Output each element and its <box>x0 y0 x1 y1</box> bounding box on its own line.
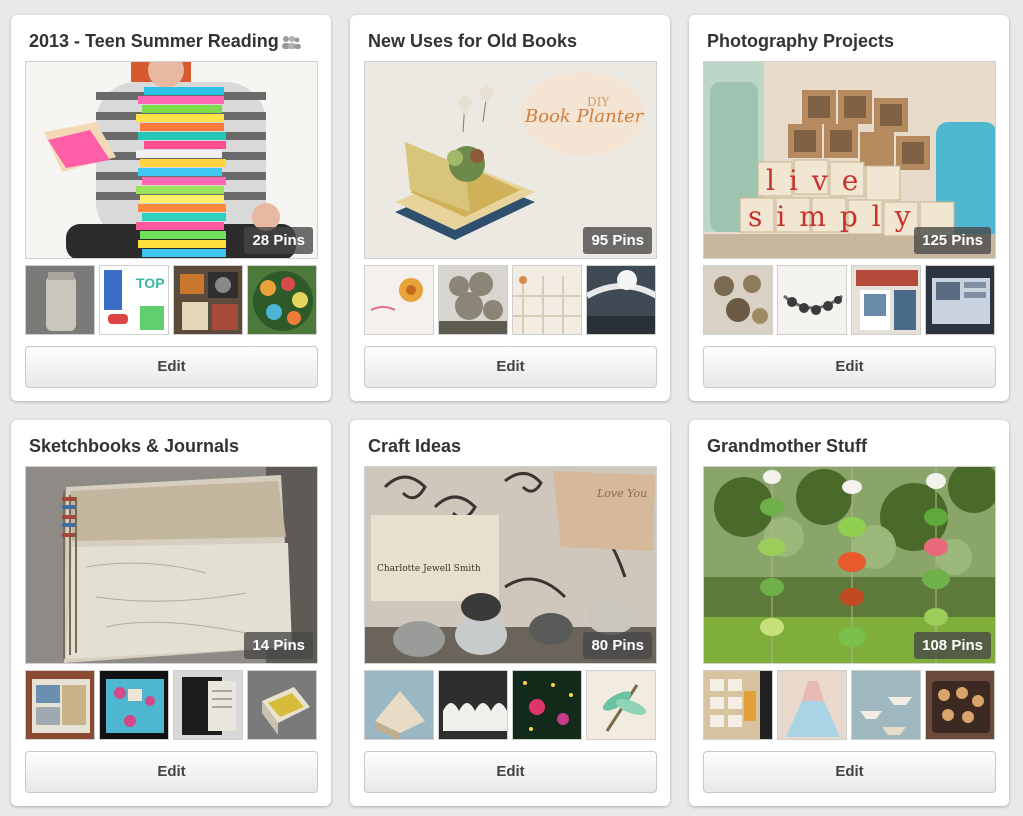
board-cover-image[interactable]: Charlotte Jewell Smith Love You 80 Pins <box>364 466 657 664</box>
group-icon <box>281 35 301 49</box>
svg-text:TOP: TOP <box>136 275 165 291</box>
edit-button[interactable]: Edit <box>25 751 318 793</box>
pin-count-badge: 80 Pins <box>583 632 652 659</box>
cover-card-text: Charlotte Jewell Smith <box>377 564 481 574</box>
thumbnail-top-shoes[interactable]: TOP <box>99 265 169 335</box>
thumbnail-folded-book[interactable] <box>364 670 434 740</box>
board-card[interactable]: Craft Ideas Charlotte Jewell Smith Love … <box>350 420 670 806</box>
board-cover-image[interactable]: live simply 125 Pins <box>703 61 996 259</box>
board-title[interactable]: Sketchbooks & Journals <box>29 436 239 457</box>
thumbnail-photo-prints[interactable] <box>851 265 921 335</box>
thumbnail-black-journal[interactable] <box>173 670 243 740</box>
board-thumbnails <box>364 670 657 740</box>
thumbnail-bead-bracelet[interactable] <box>777 265 847 335</box>
edit-button[interactable]: Edit <box>364 346 657 388</box>
board-card[interactable]: 2013 - Teen Summer Reading 28 Pins TOP E… <box>11 15 331 401</box>
pin-count-badge: 108 Pins <box>914 632 991 659</box>
board-card[interactable]: Sketchbooks & Journals 14 Pins Edit <box>11 420 331 806</box>
board-card[interactable]: New Uses for Old Books DIY Book Planter … <box>350 15 670 401</box>
thumbnail-paper-boats[interactable] <box>851 670 921 740</box>
board-title[interactable]: Grandmother Stuff <box>707 436 867 457</box>
board-thumbnails <box>364 265 657 335</box>
edit-button[interactable]: Edit <box>703 346 996 388</box>
board-card[interactable]: Photography Projects live simply 125 Pin… <box>689 15 1009 401</box>
board-thumbnails <box>703 670 996 740</box>
thumbnail-tin-box[interactable] <box>247 670 317 740</box>
thumbnail-dragonfly[interactable] <box>586 670 656 740</box>
board-thumbnails: TOP <box>25 265 318 335</box>
board-title[interactable]: Photography Projects <box>707 31 894 52</box>
thumbnail-cookie-tray[interactable] <box>925 670 995 740</box>
thumbnail-photo-pendants[interactable] <box>703 265 773 335</box>
board-title-text: 2013 - Teen Summer Reading <box>29 31 279 51</box>
thumbnail-spools[interactable] <box>247 265 317 335</box>
pin-count-badge: 95 Pins <box>583 227 652 254</box>
board-thumbnails <box>25 670 318 740</box>
cover-text-simply: simply <box>748 200 925 233</box>
thumbnail-photo-wall[interactable] <box>703 670 773 740</box>
thumbnail-mason-jar[interactable] <box>25 265 95 335</box>
edit-button[interactable]: Edit <box>703 751 996 793</box>
thumbnail-camera-collage[interactable] <box>173 265 243 335</box>
board-title[interactable]: 2013 - Teen Summer Reading <box>29 31 301 52</box>
thumbnail-tulle-dress[interactable] <box>777 670 847 740</box>
board-cover-image[interactable]: 14 Pins <box>25 466 318 664</box>
board-title[interactable]: Craft Ideas <box>368 436 461 457</box>
board-card[interactable]: Grandmother Stuff 108 Pins Edit <box>689 420 1009 806</box>
cover-text-book-planter: Book Planter <box>524 106 645 127</box>
cover-tag-text: Love You <box>596 487 647 500</box>
thumbnail-photo-page[interactable] <box>925 265 995 335</box>
thumbnail-paper-garland[interactable] <box>586 265 656 335</box>
pin-count-badge: 125 Pins <box>914 227 991 254</box>
thumbnail-blue-collage[interactable] <box>99 670 169 740</box>
thumbnail-journal-pages[interactable] <box>25 670 95 740</box>
thumbnail-paper-flower[interactable] <box>364 265 434 335</box>
thumbnail-book-sculpture[interactable] <box>438 265 508 335</box>
board-title[interactable]: New Uses for Old Books <box>368 31 577 52</box>
edit-button[interactable]: Edit <box>364 751 657 793</box>
thumbnail-book-shelf[interactable] <box>512 265 582 335</box>
thumbnail-lights-ornament[interactable] <box>512 670 582 740</box>
board-cover-image[interactable]: DIY Book Planter 95 Pins <box>364 61 657 259</box>
thumbnail-paper-waves[interactable] <box>438 670 508 740</box>
board-cover-image[interactable]: 108 Pins <box>703 466 996 664</box>
cover-text-live: live <box>766 164 872 197</box>
board-thumbnails <box>703 265 996 335</box>
edit-button[interactable]: Edit <box>25 346 318 388</box>
pin-count-badge: 14 Pins <box>244 632 313 659</box>
pin-count-badge: 28 Pins <box>244 227 313 254</box>
board-cover-image[interactable]: 28 Pins <box>25 61 318 259</box>
